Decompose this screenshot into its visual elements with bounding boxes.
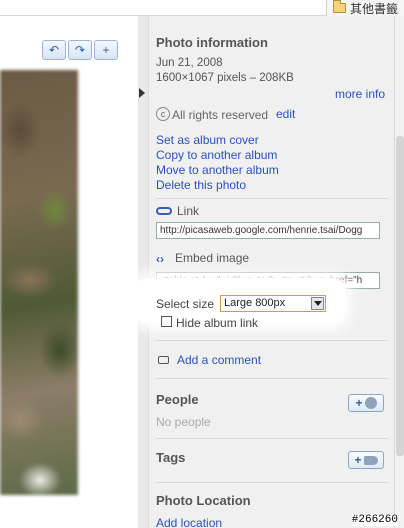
zoom-button[interactable]: +	[94, 40, 118, 60]
set-album-cover-link[interactable]: Set as album cover	[156, 133, 259, 147]
hide-album-link-label: Hide album link	[176, 316, 259, 330]
add-comment-link[interactable]: Add a comment	[177, 353, 261, 367]
add-tag-button[interactable]: +	[348, 451, 384, 469]
link-label: Link	[177, 204, 200, 218]
people-title: People	[156, 392, 199, 407]
embed-icon: ‹›	[156, 252, 164, 266]
photo-date: Jun 21, 2008	[156, 57, 223, 69]
more-info-link[interactable]: more info	[335, 87, 385, 101]
watermark-text: #266260	[351, 514, 398, 526]
plus-icon: +	[355, 396, 363, 410]
divider	[156, 340, 388, 341]
move-to-album-link[interactable]: Move to another album	[156, 163, 279, 177]
add-people-button[interactable]: +	[348, 394, 384, 412]
tag-icon	[363, 455, 378, 465]
link-url-field[interactable]: http://picasaweb.google.com/henrie.tsai/…	[156, 222, 380, 239]
copy-to-album-link[interactable]: Copy to another album	[156, 148, 277, 162]
embed-label: Embed image	[175, 251, 250, 265]
select-size-label: Select size	[156, 297, 215, 311]
link-icon	[156, 207, 172, 215]
add-location-link[interactable]: Add location	[156, 516, 222, 528]
divider	[156, 198, 388, 199]
rotate-left-icon: ↶	[48, 43, 60, 57]
bookmark-folder-label: 其他書籤	[349, 1, 398, 16]
rotate-right-icon: ↷	[74, 43, 86, 57]
size-select-value: Large 800px	[224, 297, 286, 309]
no-people-text: No people	[156, 415, 211, 429]
rights-text: All rights reserved	[172, 108, 269, 122]
tags-title: Tags	[156, 450, 186, 465]
photo-toolbar: ↶ ↷ +	[42, 40, 118, 60]
magnifier-icon: +	[102, 43, 110, 57]
delete-photo-link[interactable]: Delete this photo	[156, 178, 246, 192]
rights-edit-link[interactable]: edit	[276, 107, 295, 121]
bookmarks-folder[interactable]: 其他書籤	[325, 0, 404, 16]
divider	[156, 482, 388, 483]
folder-icon	[332, 0, 346, 13]
collapse-arrow-icon[interactable]	[139, 88, 145, 98]
copyright-icon: c	[156, 107, 170, 121]
chevron-down-icon	[311, 297, 324, 310]
size-select[interactable]: Large 800px	[220, 295, 326, 312]
photo-location-title: Photo Location	[156, 493, 251, 508]
photo-dimensions: 1600×1067 pixels – 208KB	[156, 72, 294, 84]
divider	[156, 378, 388, 379]
rotate-left-button[interactable]: ↶	[42, 40, 66, 60]
hide-album-link-checkbox[interactable]	[161, 316, 172, 327]
plus-icon: +	[354, 453, 362, 467]
person-icon	[364, 397, 377, 409]
photo-image[interactable]	[0, 70, 78, 495]
comment-icon	[158, 356, 169, 364]
browser-bookmark-bar: 其他書籤	[0, 0, 404, 16]
scrollbar[interactable]	[394, 16, 404, 528]
rotate-right-button[interactable]: ↷	[68, 40, 92, 60]
divider	[156, 438, 388, 439]
photo-info-title: Photo information	[156, 35, 268, 50]
scroll-thumb[interactable]	[396, 136, 404, 456]
